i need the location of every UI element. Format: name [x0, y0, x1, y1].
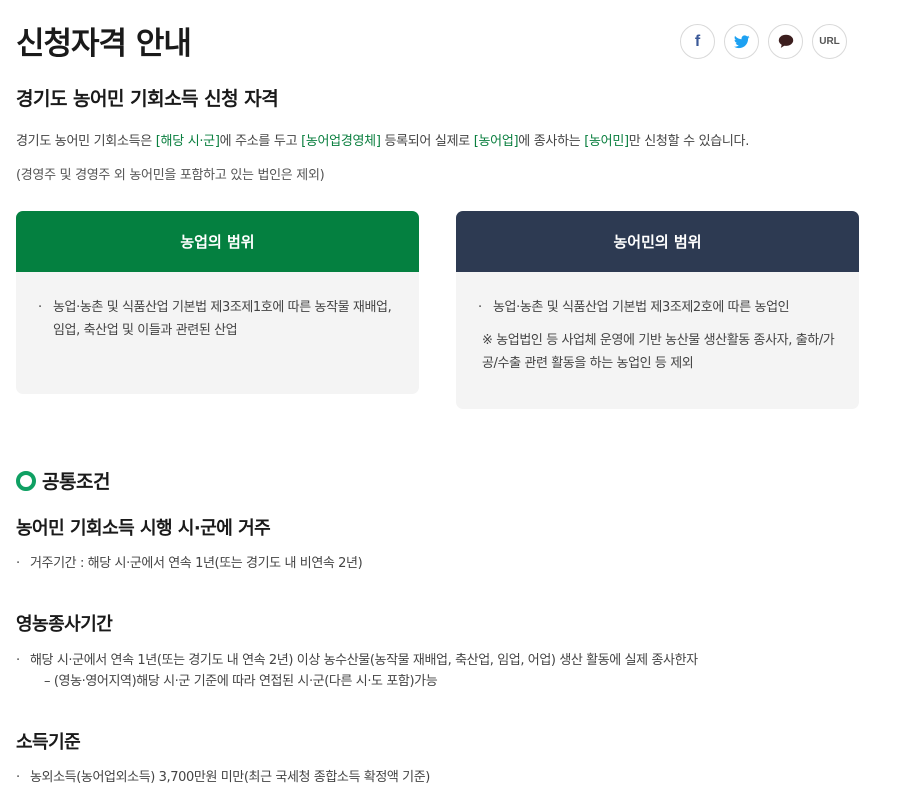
intro-text: 경기도 농어민 기회소득은 [해당 시·군]에 주소를 두고 [농어업경영체] …: [16, 130, 749, 149]
bullet-icon: ·: [16, 770, 20, 785]
farmer-scope-body: · 농업·농촌 및 식품산업 기본법 제3조제2호에 따른 농업인 ※ 농업법인…: [456, 272, 859, 375]
url-copy-button[interactable]: URL: [812, 24, 847, 59]
link-icon: URL: [819, 36, 840, 47]
work-period-text: · 해당 시·군에서 연속 1년(또는 경기도 내 연속 2년) 이상 농수산물(…: [16, 649, 698, 668]
highlight-industry: [농어업]: [473, 134, 519, 149]
common-conditions-title: 공통조건: [42, 471, 110, 493]
farming-scope-title: 농업의 범위: [16, 211, 419, 272]
highlight-registration: [농어업경영체]: [301, 134, 381, 149]
intro-text-part: 에 종사하는: [518, 134, 585, 149]
intro-text-part: 만 신청할 수 있습니다.: [628, 134, 750, 149]
eligibility-heading: 경기도 농어민 기회소득 신청 자격: [16, 88, 279, 110]
facebook-share-button[interactable]: f: [680, 24, 715, 59]
list-item: · 농업·농촌 및 식품산업 기본법 제3조제1호에 따른 농작물 재배업, 임…: [38, 296, 401, 342]
work-period-subtext: – (영농·영어지역)해당 시·군 기준에 따라 연접된 시·군(다른 시·도 …: [44, 674, 438, 689]
intro-text-part: 등록되어 실제로: [380, 134, 474, 149]
farmer-scope-note: ※ 농업법인 등 사업체 운영에 기반 농산물 생산활동 종사자, 출하/가공/…: [482, 333, 835, 371]
farming-scope-card: 농업의 범위 · 농업·농촌 및 식품산업 기본법 제3조제1호에 따른 농작물…: [16, 211, 419, 394]
page-title: 신청자격 안내: [16, 26, 192, 62]
page: 신청자격 안내 f URL 경기도 농어민 기회소득 신청 자격 경기도 농어민…: [0, 0, 914, 790]
bullet-icon: ·: [16, 556, 20, 571]
farmer-scope-text: 농업·농촌 및 식품산업 기본법 제3조제2호에 따른 농업인: [493, 300, 790, 315]
work-period-title: 영농종사기간: [16, 614, 113, 635]
twitter-icon: [733, 34, 750, 48]
intro-text-part: 경기도 농어민 기회소득은: [16, 134, 156, 149]
bullet-icon: ·: [478, 300, 482, 315]
exclusion-note: (경영주 및 경영주 외 농어민을 포함하고 있는 법인은 제외): [16, 168, 325, 183]
income-text: · 농외소득(농어업외소득) 3,700만원 미만(최근 국세청 종합소득 확정액…: [16, 766, 430, 785]
bullet-icon: ·: [38, 300, 42, 315]
residence-text-value: 거주기간 : 해당 시·군에서 연속 1년(또는 경기도 내 비연속 2년): [30, 556, 363, 571]
facebook-icon: f: [694, 32, 701, 50]
farmer-scope-card: 농어민의 범위 · 농업·농촌 및 식품산업 기본법 제3조제2호에 따른 농업…: [456, 211, 859, 409]
farming-scope-text: 농업·농촌 및 식품산업 기본법 제3조제1호에 따른 농작물 재배업, 임업,…: [53, 300, 392, 338]
kakaotalk-share-button[interactable]: [768, 24, 803, 59]
bullet-icon: ·: [16, 653, 20, 668]
highlight-farmer: [농어민]: [584, 134, 629, 149]
farming-scope-body: · 농업·농촌 및 식품산업 기본법 제3조제1호에 따른 농작물 재배업, 임…: [16, 272, 419, 342]
income-text-value: 농외소득(농어업외소득) 3,700만원 미만(최근 국세청 종합소득 확정액 …: [30, 770, 430, 785]
common-conditions-header: 공통조건: [16, 467, 110, 494]
residence-title: 농어민 기회소득 시행 시·군에 거주: [16, 518, 271, 539]
work-period-text-value: 해당 시·군에서 연속 1년(또는 경기도 내 연속 2년) 이상 농수산물(농…: [30, 653, 698, 668]
twitter-share-button[interactable]: [724, 24, 759, 59]
share-buttons: f URL: [680, 24, 847, 59]
list-item: · 농업·농촌 및 식품산업 기본법 제3조제2호에 따른 농업인: [478, 296, 841, 319]
residence-text: · 거주기간 : 해당 시·군에서 연속 1년(또는 경기도 내 비연속 2년): [16, 552, 363, 571]
highlight-region: [해당 시·군]: [155, 134, 220, 149]
farmer-scope-title: 농어민의 범위: [456, 211, 859, 272]
circle-bullet-icon: [16, 470, 36, 491]
speech-bubble-icon: [778, 34, 793, 48]
intro-text-part: 에 주소를 두고: [219, 134, 302, 149]
income-title: 소득기준: [16, 732, 81, 753]
